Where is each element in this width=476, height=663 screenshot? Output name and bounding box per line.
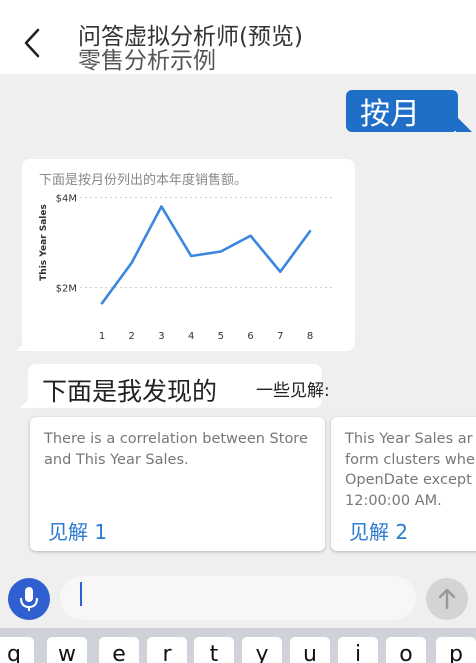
key-y[interactable]: y (242, 637, 282, 663)
x-tick-label: 3 (158, 331, 164, 342)
page-subtitle: 零售分析示例 (78, 48, 216, 74)
user-message-text: 按月 (360, 97, 420, 132)
microphone-button[interactable] (8, 578, 50, 620)
chevron-left-icon (24, 28, 40, 58)
y-axis-label: This Year Sales (39, 204, 49, 281)
page-title: 问答虚拟分析师(预览) (78, 24, 303, 50)
bot-message-text: 下面是我发现的 (42, 377, 218, 406)
key-i[interactable]: i (338, 637, 378, 663)
back-button[interactable] (18, 26, 48, 60)
chart-caption: 下面是按月份列出的本年度销售额。 (39, 173, 248, 188)
key-p[interactable]: p (436, 637, 476, 663)
key-w[interactable]: w (47, 637, 87, 663)
line-chart: $4M$2M12345678MonthThis Year Sales (39, 194, 332, 342)
key-q[interactable]: q (0, 637, 34, 663)
chat-area: 按月 下面是按月份列出的本年度销售额。 $4M$2M12345678MonthT… (0, 74, 476, 570)
insight-card-1[interactable]: There is a correlation between Store and… (30, 417, 325, 551)
app-header: 问答虚拟分析师(预览) 零售分析示例 (0, 0, 476, 74)
send-button[interactable] (426, 578, 468, 620)
insight-label: 见解 1 (48, 520, 108, 544)
input-bar (0, 570, 476, 628)
y-tick-label: $2M (56, 284, 77, 295)
keyboard: q w e r t y u i o p (0, 628, 476, 663)
arrow-up-icon (438, 588, 456, 610)
insight-text: This Year Sales ar form clusters whe Ope… (345, 431, 475, 509)
y-tick-label: $4M (56, 194, 77, 205)
x-tick-label: 5 (218, 331, 224, 342)
insight-label: 见解 2 (349, 520, 409, 544)
insight-text: There is a correlation between Store and… (44, 431, 308, 468)
insight-card-2[interactable]: This Year Sales ar form clusters whe Ope… (331, 417, 476, 551)
x-tick-label: 7 (277, 331, 283, 342)
microphone-icon (20, 587, 38, 611)
key-r[interactable]: r (147, 637, 187, 663)
user-message-bubble: 按月 (346, 90, 472, 132)
x-tick-label: 8 (307, 331, 313, 342)
series-line (100, 205, 312, 305)
x-tick-label: 2 (129, 331, 135, 342)
bot-message-continuation: 一些见解: (256, 381, 330, 401)
x-tick-label: 6 (247, 331, 253, 342)
x-tick-label: 1 (99, 331, 105, 342)
x-tick-label: 4 (188, 331, 194, 342)
key-o[interactable]: o (386, 637, 426, 663)
question-input[interactable] (60, 576, 416, 620)
key-e[interactable]: e (99, 637, 139, 663)
chart-card[interactable]: 下面是按月份列出的本年度销售额。 $4M$2M12345678MonthThis… (16, 159, 355, 351)
key-u[interactable]: u (290, 637, 330, 663)
text-caret (80, 582, 82, 606)
key-t[interactable]: t (194, 637, 234, 663)
